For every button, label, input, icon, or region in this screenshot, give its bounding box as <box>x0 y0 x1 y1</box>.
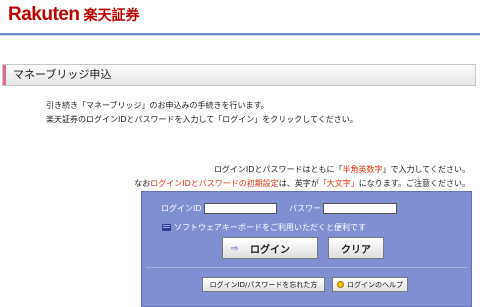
notice-text: は、英字が <box>278 179 319 188</box>
forgot-credentials-label: ログインID/パスワードを忘れた方 <box>209 280 318 289</box>
login-id-input[interactable] <box>204 203 277 214</box>
login-id-label: ログインID <box>161 204 202 213</box>
header-divider-shadow <box>0 35 480 36</box>
clear-button[interactable]: クリア <box>328 237 384 259</box>
help-icon <box>337 281 344 288</box>
notice-highlight: ログインIDとパスワードの初期設定 <box>150 179 279 188</box>
clear-button-label: クリア <box>341 244 371 256</box>
keyboard-icon[interactable] <box>162 224 171 231</box>
notice-text: になります。ご注意ください。 <box>358 179 470 188</box>
header: Rakuten 楽天証券 <box>0 0 480 34</box>
notice-line-2: なおログインIDとパスワードの初期設定は、英字が「大文字」になります。ご注意くだ… <box>134 179 470 189</box>
logo-text-jp: 楽天証券 <box>83 8 140 24</box>
title-accent <box>3 65 6 85</box>
page-title-bar: マネーブリッジ申込 <box>2 64 476 86</box>
password-input[interactable] <box>323 203 397 214</box>
login-button[interactable]: ⇨ ログイン <box>222 237 318 259</box>
notice-highlight: 「大文字」 <box>318 179 359 188</box>
intro-line-1: 引き続き「マネーブリッジ」のお申込みの手続きを行います。 <box>46 101 269 110</box>
notice-highlight: 半角英数字 <box>342 165 383 174</box>
login-button-label: ログイン <box>250 244 290 256</box>
software-keyboard-link[interactable]: ソフトウェアキーボードをご利用いただくと便利です <box>174 223 366 233</box>
login-panel: ログインID パスワード ソフトウェアキーボードをご利用いただくと便利です ⇨ … <box>141 191 472 307</box>
arrow-right-icon: ⇨ <box>231 244 239 254</box>
logo-text-en: Rakuten <box>8 4 80 25</box>
login-help-button[interactable]: ログインのヘルプ <box>332 277 408 292</box>
intro-line-2: 楽天証券のログインIDとパスワードを入力して「ログイン」をクリックしてください。 <box>46 115 358 124</box>
login-help-label: ログインのヘルプ <box>347 280 403 289</box>
notice-text: 」で入力してください。 <box>382 165 470 174</box>
notice-text: ログインIDとパスワードはともに「 <box>213 165 343 174</box>
notice-text: なお <box>134 179 151 188</box>
panel-divider <box>146 267 467 268</box>
notice-line-1: ログインIDとパスワードはともに「半角英数字」で入力してください。 <box>214 165 470 175</box>
forgot-credentials-button[interactable]: ログインID/パスワードを忘れた方 <box>202 277 325 292</box>
page-title: マネーブリッジ申込 <box>13 68 112 81</box>
rakuten-logo[interactable]: Rakuten 楽天証券 <box>8 4 139 26</box>
